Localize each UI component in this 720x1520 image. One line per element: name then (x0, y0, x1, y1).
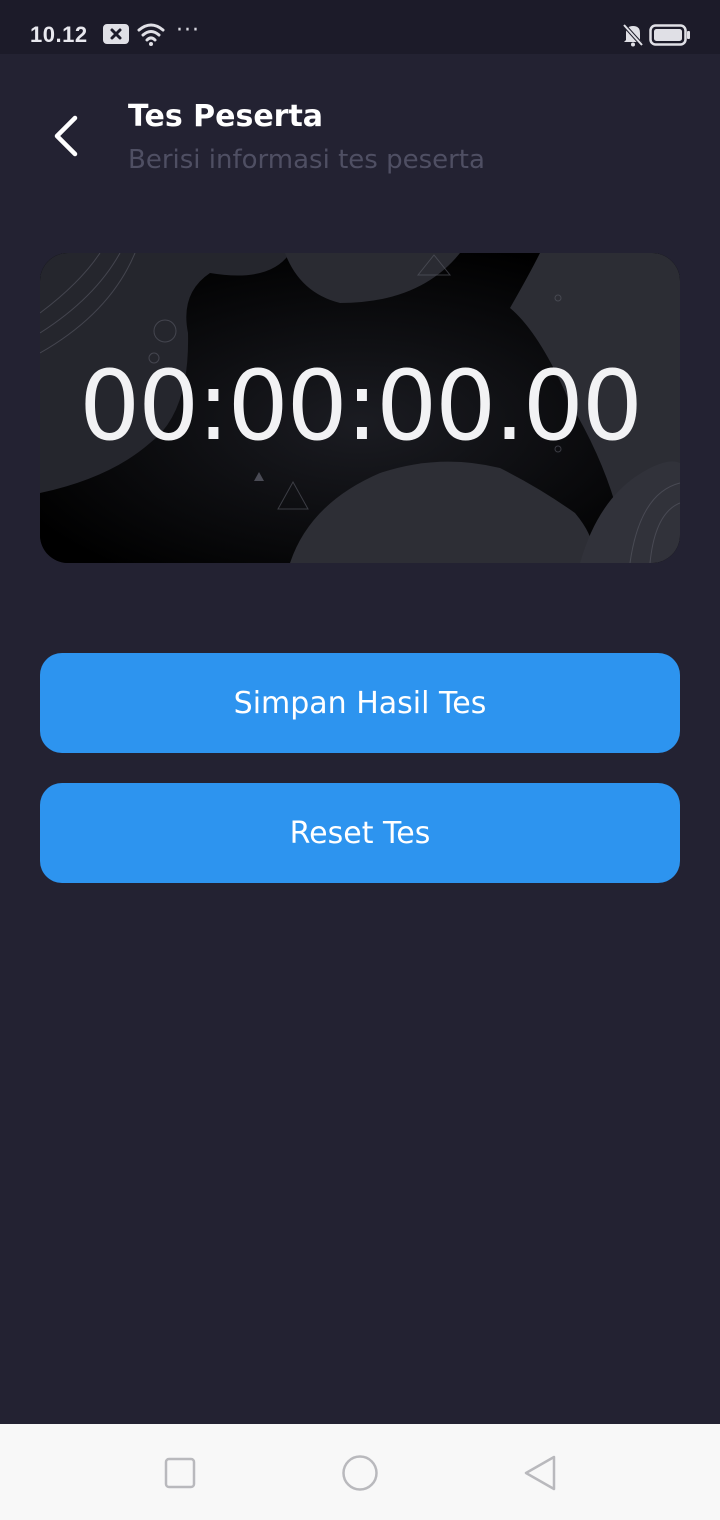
reset-test-button[interactable]: Reset Tes (40, 783, 680, 883)
mute-icon (622, 23, 644, 51)
timer-card: 00:00:00.00 (40, 253, 680, 563)
chevron-left-icon (51, 114, 81, 162)
back-icon[interactable] (522, 1454, 558, 1496)
wifi-icon (137, 22, 165, 50)
back-button[interactable] (44, 114, 88, 162)
status-time: 10.12 (30, 22, 88, 47)
notification-x-icon (103, 24, 129, 48)
save-result-button[interactable]: Simpan Hasil Tes (40, 653, 680, 753)
page-subtitle: Berisi informasi tes peserta (128, 145, 485, 175)
status-bar: 10.12 ··· (0, 0, 720, 54)
navigation-bar (0, 1424, 720, 1520)
battery-icon (649, 24, 691, 50)
page-title: Tes Peserta (128, 99, 324, 134)
home-icon[interactable] (341, 1454, 379, 1496)
more-icon: ··· (176, 18, 200, 43)
timer-display: 00:00:00.00 (79, 350, 643, 462)
recent-apps-icon[interactable] (164, 1457, 196, 1493)
